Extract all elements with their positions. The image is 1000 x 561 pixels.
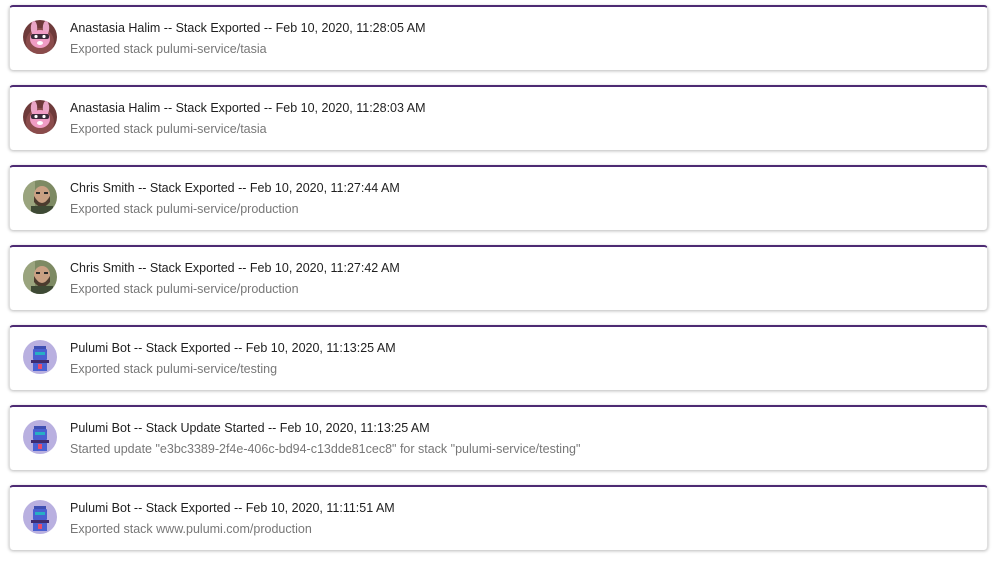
event-description: Exported stack pulumi-service/production [70,282,299,296]
event-title: Pulumi Bot -- Stack Exported -- Feb 10, … [70,501,395,515]
event-title: Pulumi Bot -- Stack Exported -- Feb 10, … [70,341,396,355]
user-photo-avatar-icon [23,260,57,294]
activity-event-card[interactable]: Chris Smith -- Stack Exported -- Feb 10,… [9,245,988,310]
robot-avatar-icon [23,500,57,534]
event-title: Anastasia Halim -- Stack Exported -- Feb… [70,21,426,35]
event-description: Started update "e3bc3389-2f4e-406c-bd94-… [70,442,581,456]
activity-event-card[interactable]: Pulumi Bot -- Stack Exported -- Feb 10, … [9,325,988,390]
activity-event-card[interactable]: Anastasia Halim -- Stack Exported -- Feb… [9,5,988,70]
event-description: Exported stack pulumi-service/production [70,202,299,216]
event-title: Pulumi Bot -- Stack Update Started -- Fe… [70,421,430,435]
event-title: Anastasia Halim -- Stack Exported -- Feb… [70,101,426,115]
event-description: Exported stack pulumi-service/testing [70,362,278,376]
activity-feed: Anastasia Halim -- Stack Exported -- Feb… [0,0,1000,561]
robot-avatar-icon [23,340,57,374]
activity-event-card[interactable]: Pulumi Bot -- Stack Update Started -- Fe… [9,405,988,470]
event-title: Chris Smith -- Stack Exported -- Feb 10,… [70,261,400,275]
activity-event-card[interactable]: Chris Smith -- Stack Exported -- Feb 10,… [9,165,988,230]
robot-avatar-icon [23,420,57,454]
bunny-avatar-icon [23,20,57,54]
event-title: Chris Smith -- Stack Exported -- Feb 10,… [70,181,400,195]
event-description: Exported stack www.pulumi.com/production [70,522,312,536]
activity-event-card[interactable]: Anastasia Halim -- Stack Exported -- Feb… [9,85,988,150]
event-description: Exported stack pulumi-service/tasia [70,122,267,136]
activity-event-card[interactable]: Pulumi Bot -- Stack Exported -- Feb 10, … [9,485,988,550]
event-description: Exported stack pulumi-service/tasia [70,42,267,56]
bunny-avatar-icon [23,100,57,134]
user-photo-avatar-icon [23,180,57,214]
